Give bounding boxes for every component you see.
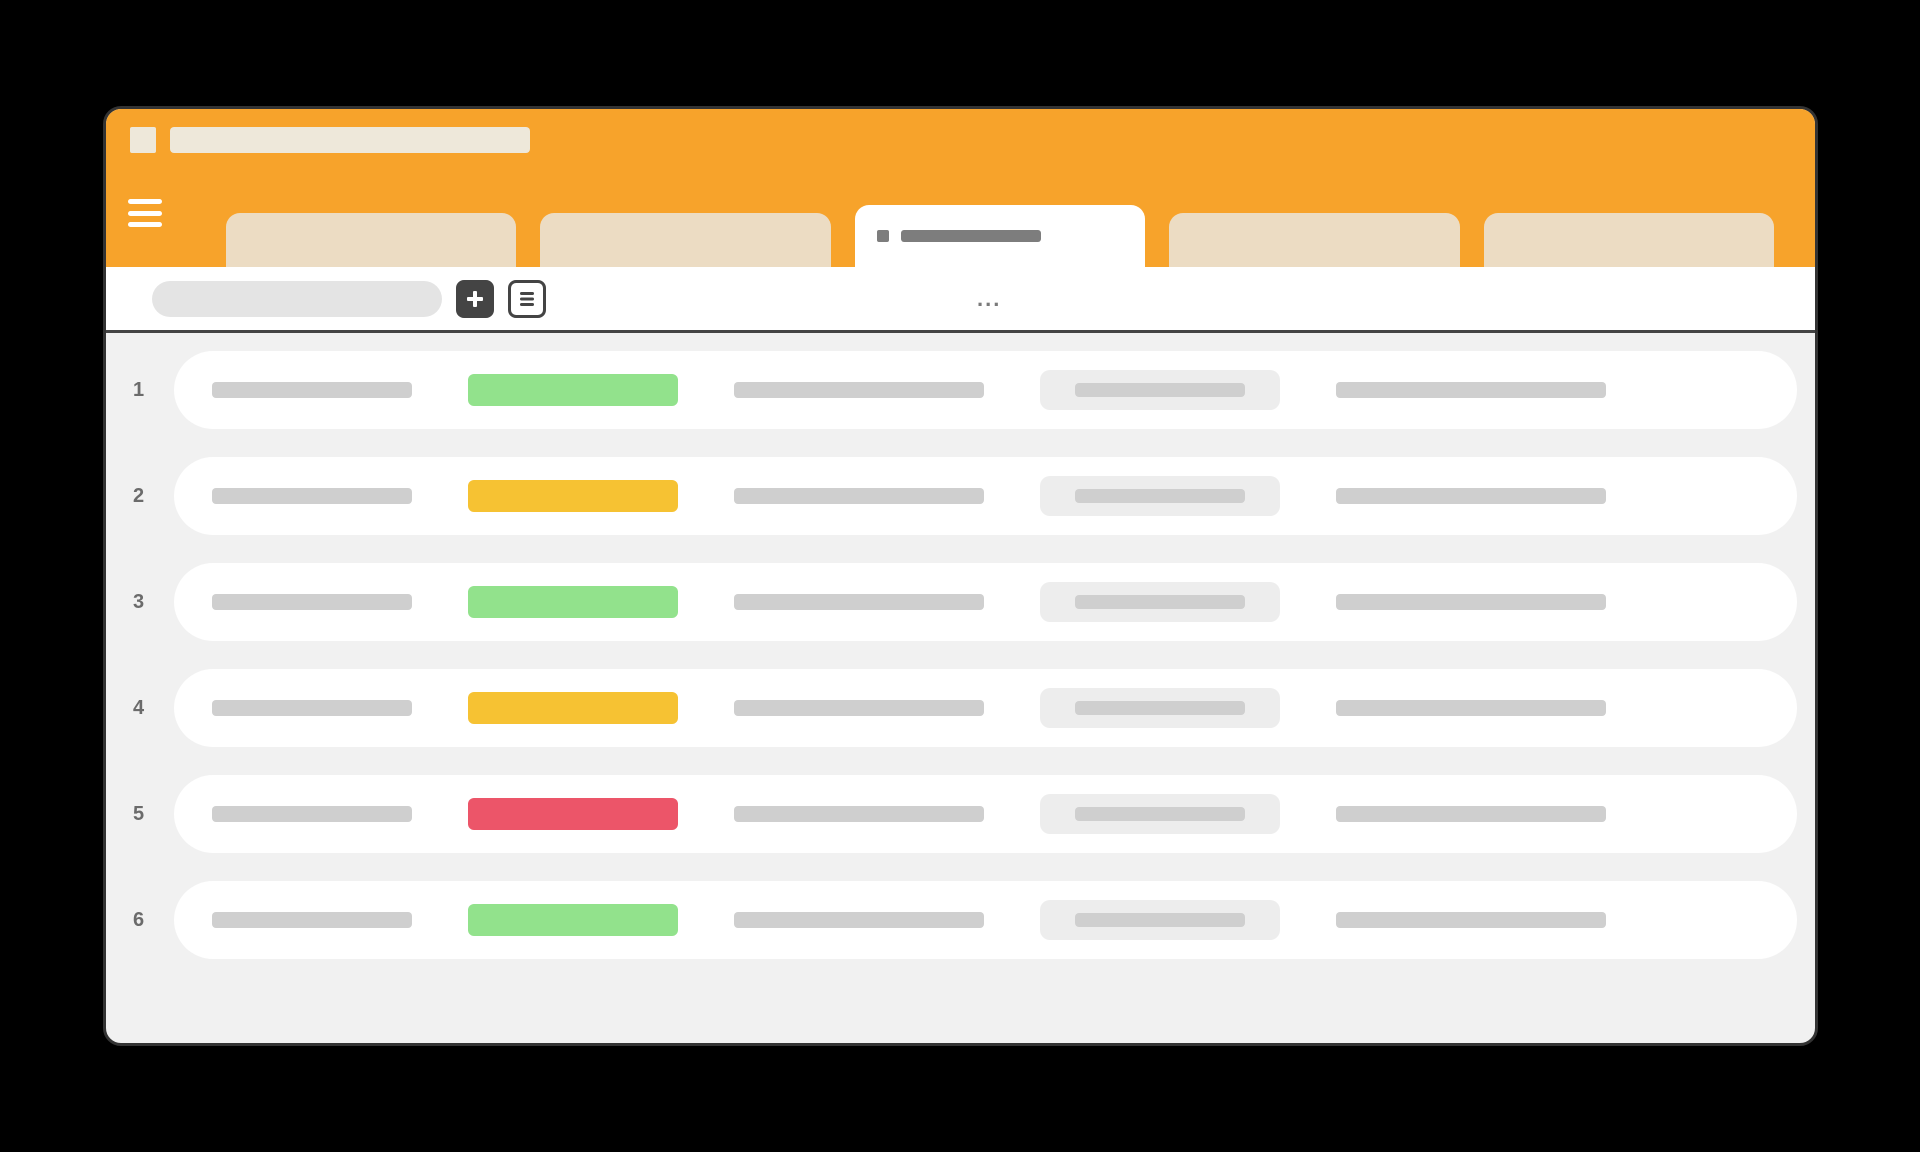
app-logo (130, 127, 156, 153)
cell-extra (1336, 912, 1606, 928)
app-window: ... 1 2 3 (103, 106, 1818, 1046)
cell-extra (1336, 382, 1606, 398)
tab-bar (226, 205, 1775, 267)
list-row: 3 (124, 563, 1797, 641)
cell-tag (1040, 900, 1280, 940)
cell-name (212, 806, 412, 822)
cell-tag (1040, 370, 1280, 410)
cell-name (212, 488, 412, 504)
row-number: 5 (124, 803, 154, 826)
row-card[interactable] (174, 881, 1797, 959)
list-row: 5 (124, 775, 1797, 853)
tab-3-active[interactable] (855, 205, 1146, 267)
tab-2[interactable] (540, 213, 831, 267)
cell-name (212, 382, 412, 398)
row-card[interactable] (174, 351, 1797, 429)
row-card[interactable] (174, 669, 1797, 747)
tab-5[interactable] (1484, 213, 1775, 267)
row-number: 2 (124, 485, 154, 508)
status-badge (468, 374, 678, 406)
hamburger-menu-icon[interactable] (128, 199, 162, 227)
tab-4[interactable] (1169, 213, 1460, 267)
cell-detail (734, 700, 984, 716)
list-icon (517, 289, 537, 309)
titlebar (106, 109, 1815, 153)
cell-extra (1336, 594, 1606, 610)
status-badge (468, 586, 678, 618)
list-content: 1 2 3 (106, 333, 1815, 959)
cell-tag (1040, 688, 1280, 728)
row-card[interactable] (174, 775, 1797, 853)
toolbar: ... (106, 267, 1815, 333)
tab-indicator-icon (877, 230, 889, 242)
status-badge (468, 480, 678, 512)
plus-icon (465, 289, 485, 309)
row-number: 1 (124, 379, 154, 402)
cell-detail (734, 594, 984, 610)
cell-detail (734, 912, 984, 928)
add-button[interactable] (456, 280, 494, 318)
cell-extra (1336, 700, 1606, 716)
cell-tag (1040, 476, 1280, 516)
cell-extra (1336, 488, 1606, 504)
row-number: 6 (124, 909, 154, 932)
list-row: 4 (124, 669, 1797, 747)
status-badge (468, 692, 678, 724)
list-row: 6 (124, 881, 1797, 959)
cell-extra (1336, 806, 1606, 822)
cell-name (212, 912, 412, 928)
list-row: 2 (124, 457, 1797, 535)
app-title (170, 127, 530, 153)
cell-tag (1040, 794, 1280, 834)
status-badge (468, 798, 678, 830)
cell-name (212, 594, 412, 610)
tab-1[interactable] (226, 213, 517, 267)
cell-tag (1040, 582, 1280, 622)
row-number: 3 (124, 591, 154, 614)
header (106, 109, 1815, 267)
row-card[interactable] (174, 563, 1797, 641)
list-view-button[interactable] (508, 280, 546, 318)
search-input[interactable] (152, 281, 442, 317)
row-card[interactable] (174, 457, 1797, 535)
cell-detail (734, 488, 984, 504)
more-options-button[interactable]: ... (977, 286, 1001, 312)
list-row: 1 (124, 351, 1797, 429)
tab-label (901, 230, 1041, 242)
status-badge (468, 904, 678, 936)
cell-detail (734, 382, 984, 398)
cell-detail (734, 806, 984, 822)
cell-name (212, 700, 412, 716)
row-number: 4 (124, 697, 154, 720)
